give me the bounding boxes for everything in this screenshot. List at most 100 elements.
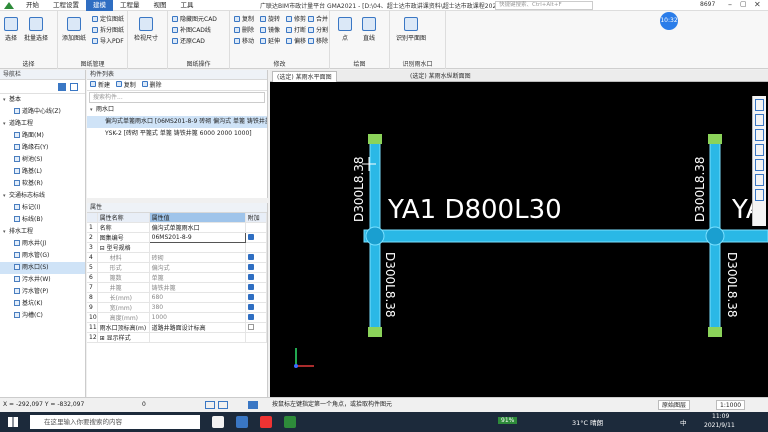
tab-plan[interactable]: (选定) 某雨水平面图 [272, 71, 337, 82]
component-item-1[interactable]: YSK-2 [砖砌 平篦式 单篦 铸铁井篦 6000 2000 1000] [87, 128, 267, 140]
property-value[interactable]: 380 [149, 302, 246, 313]
clock-date[interactable]: 2021/9/11 [704, 422, 735, 429]
view-3d-icon[interactable] [755, 99, 764, 111]
weather[interactable]: 31°C 晴朗 [572, 417, 603, 427]
property-row-5[interactable]: 6 篦数 单篦 [87, 272, 268, 283]
property-row-3[interactable]: 4 材料 砖砌 [87, 252, 268, 263]
menu-view[interactable]: 视图 [147, 0, 174, 11]
snap-icon[interactable] [205, 401, 215, 409]
extra-checkbox[interactable] [247, 263, 254, 270]
layer-select[interactable]: 原始图层 [658, 400, 691, 410]
nav-item-2[interactable]: ▾ 道路工程 [0, 118, 85, 130]
tree-view-icon[interactable] [70, 83, 78, 91]
extra-checkbox[interactable] [247, 253, 254, 260]
nav-item-6[interactable]: 路基(L) [0, 166, 85, 178]
left-top-marker[interactable] [368, 134, 382, 144]
windows-start-icon[interactable] [8, 417, 18, 427]
split-drawing-button[interactable]: 拆分图纸 [92, 25, 124, 34]
gma-app-icon[interactable] [284, 416, 296, 428]
property-value[interactable]: 偏沟式单篦雨水口 [149, 222, 246, 233]
extra-checkbox[interactable] [247, 303, 254, 310]
menu-start[interactable]: 开始 [19, 0, 46, 11]
nav-item-18[interactable]: 沟槽(C) [0, 310, 85, 322]
locate-drawing-button[interactable]: 定位图纸 [92, 14, 124, 23]
rotate-view-icon[interactable] [755, 159, 764, 171]
left-manhole[interactable] [365, 226, 385, 246]
extra-checkbox[interactable] [247, 293, 254, 300]
trim-button[interactable]: 修剪 [286, 14, 306, 23]
property-row-9[interactable]: 10 高度(mm) 1000 [87, 312, 268, 323]
copy-component-button[interactable]: 复制 [115, 81, 136, 89]
property-value[interactable]: 06MS201-8-9 [148, 232, 246, 243]
nav-item-4[interactable]: 路缘石(Y) [0, 142, 85, 154]
component-group[interactable]: ▾ 雨水口 [87, 104, 267, 116]
input-language[interactable]: 中 [680, 417, 687, 427]
task-view-icon[interactable] [212, 416, 224, 428]
property-row-0[interactable]: 1 名称 偏沟式单篦雨水口 [87, 222, 268, 233]
property-value[interactable]: 砖砌 [149, 252, 246, 263]
property-value[interactable] [149, 332, 246, 343]
minimize-icon[interactable]: – [728, 0, 732, 9]
point-button[interactable]: 点 [338, 17, 352, 42]
extend-button[interactable]: 延伸 [260, 36, 280, 45]
nav-item-9[interactable]: 标记(I) [0, 202, 85, 214]
scale-select[interactable]: 1:1000 [716, 400, 746, 410]
property-row-4[interactable]: 5 形式 偏沟式 [87, 262, 268, 273]
restore-cad-button[interactable]: 还原CAD [172, 36, 205, 45]
nav-item-15[interactable]: 污水井(W) [0, 274, 85, 286]
mirror-button[interactable]: 镜像 [260, 25, 280, 34]
nav-item-3[interactable]: 路面(M) [0, 130, 85, 142]
nav-item-7[interactable]: 软基(R) [0, 178, 85, 190]
new-component-button[interactable]: 新建 [90, 81, 110, 89]
left-bottom-marker[interactable] [368, 327, 382, 337]
user-id[interactable]: 8697 [700, 1, 715, 8]
maximize-icon[interactable]: ▢ [740, 0, 747, 8]
wps-icon[interactable] [260, 416, 272, 428]
property-row-6[interactable]: 7 井篦 铸铁井篦 [87, 282, 268, 293]
select-button[interactable]: 选择 [4, 17, 18, 42]
property-row-8[interactable]: 9 宽(mm) 380 [87, 302, 268, 313]
batch-select-button[interactable]: 批量选择 [24, 17, 48, 42]
property-row-2[interactable]: 3 ⊟ 型号规格 [87, 242, 268, 253]
property-value[interactable]: 单篦 [149, 272, 246, 283]
close-icon[interactable]: ✕ [754, 0, 761, 9]
import-pdf-button[interactable]: 导入PDF [92, 36, 124, 45]
right-manhole[interactable] [705, 226, 725, 246]
app-icon-1[interactable] [236, 416, 248, 428]
property-row-7[interactable]: 8 长(mm) 680 [87, 292, 268, 303]
pan-icon[interactable] [755, 144, 764, 156]
break-button[interactable]: 打断 [286, 25, 306, 34]
hide-cad-button[interactable]: 隐藏图元CAD [172, 14, 217, 23]
nav-item-14[interactable]: 雨水口(S) [0, 262, 85, 274]
component-item-0[interactable]: 偏沟式单篦雨水口 [06MS201-8-9 砖砌 偏沟式 单篦 铸铁井盖 [87, 116, 267, 128]
nav-item-5[interactable]: 树池(S) [0, 154, 85, 166]
zoom-icon[interactable] [755, 129, 764, 141]
nav-item-17[interactable]: 基坑(K) [0, 298, 85, 310]
property-value[interactable]: 1000 [149, 312, 246, 323]
property-row-10[interactable]: 11 雨水口顶标高(m) 道路井路面设计标高 [87, 322, 268, 333]
delete-button[interactable]: 删除 [234, 25, 254, 34]
delete-component-button[interactable]: 删除 [141, 81, 162, 89]
ortho-icon[interactable] [248, 401, 258, 409]
timer-badge[interactable]: 10:32 [660, 12, 678, 30]
add-drawing-button[interactable]: 添加图纸 [62, 17, 86, 42]
right-top-marker[interactable] [708, 134, 722, 144]
split-button[interactable]: 分割 [308, 25, 328, 34]
remove-button[interactable]: 移除 [308, 36, 328, 45]
nav-item-10[interactable]: 标线(B) [0, 214, 85, 226]
select-mode-icon[interactable] [218, 401, 228, 409]
extra-checkbox[interactable] [247, 323, 254, 330]
component-search-input[interactable]: 搜索构件... [89, 92, 265, 103]
menu-modeling[interactable]: 建模 [86, 0, 113, 11]
taskbar-search-input[interactable]: 在这里输入你要搜索的内容 [30, 415, 200, 429]
extra-checkbox[interactable] [247, 283, 254, 290]
cad-drawing[interactable]: YA1 D800L30 YA D300L8.38 D300L8.38 D300L… [270, 82, 768, 397]
extra-checkbox[interactable] [247, 233, 254, 240]
property-value[interactable]: 道路井路面设计标高 [149, 322, 246, 333]
property-row-1[interactable]: 2 图集编号 06MS201-8-9 [87, 232, 268, 243]
copy-button[interactable]: 复制 [234, 14, 254, 23]
nav-item-8[interactable]: ▾ 交通标志标线 [0, 190, 85, 202]
menu-quantity[interactable]: 工程量 [113, 0, 147, 11]
menu-project-settings[interactable]: 工程设置 [46, 0, 86, 11]
shortcut-search-input[interactable]: 快捷键搜索、Ctrl+Alt+F [495, 1, 593, 10]
